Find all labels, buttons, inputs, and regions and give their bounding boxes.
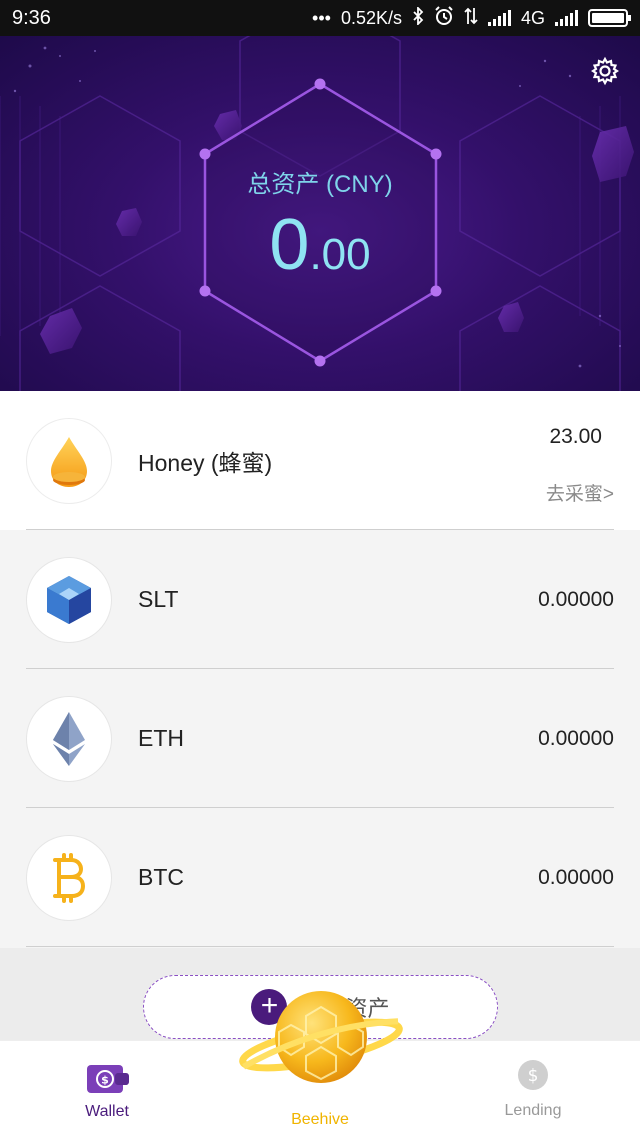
- settings-button[interactable]: [590, 56, 620, 86]
- network-speed: 0.52K/s: [340, 7, 402, 28]
- nav-wallet-tab[interactable]: $ Wallet: [27, 1041, 187, 1138]
- data-arrows-icon: [464, 7, 478, 30]
- slt-cube-icon: [47, 575, 91, 624]
- signal-icon: [487, 10, 511, 26]
- bluetooth-icon: [412, 5, 424, 30]
- more-dots: •••: [312, 7, 331, 28]
- asset-row-eth[interactable]: ETH 0.00000: [0, 669, 640, 808]
- coin-badge: [26, 417, 112, 504]
- svg-text:$: $: [528, 1066, 539, 1086]
- row-divider: [26, 946, 614, 947]
- signal-icon-2: [555, 10, 578, 26]
- total-assets-integer: 0: [269, 205, 310, 285]
- nav-wallet-label: Wallet: [85, 1103, 129, 1120]
- asset-list: Honey (蜂蜜) 23.00 去采蜜> SLT 0.00000 ETH 0.…: [0, 391, 640, 947]
- total-assets-decimal: .00: [309, 230, 371, 279]
- status-icons: ••• 0.52K/s 4G: [312, 5, 631, 31]
- battery-icon: [588, 9, 631, 27]
- network-type: 4G: [520, 7, 545, 28]
- total-assets-value: 0.00: [0, 204, 640, 286]
- status-bar: 9:36 ••• 0.52K/s 4G: [0, 0, 640, 36]
- btc-icon: [53, 852, 86, 903]
- nav-beehive-label: Beehive: [291, 1111, 349, 1128]
- alarm-icon: [434, 5, 454, 31]
- honey-drop-icon: [51, 436, 87, 487]
- asset-row-slt[interactable]: SLT 0.00000: [0, 530, 640, 669]
- gear-icon: [591, 56, 619, 86]
- asset-amount: 0.00000: [538, 587, 614, 611]
- nav-lending-tab[interactable]: $ Lending: [453, 1041, 613, 1138]
- total-assets-label: 总资产 (CNY): [247, 171, 393, 198]
- asset-row-honey[interactable]: Honey (蜂蜜) 23.00 去采蜜>: [0, 391, 640, 530]
- asset-amount: 0.00000: [538, 865, 614, 889]
- status-time: 9:36: [12, 6, 51, 29]
- wallet-header: 总资产 (CNY) 0.00: [0, 36, 640, 391]
- dollar-coin-icon: $: [518, 1060, 548, 1090]
- asset-row-btc[interactable]: BTC 0.00000: [0, 808, 640, 947]
- wallet-icon: $: [87, 1065, 129, 1093]
- nav-lending-label: Lending: [504, 1102, 562, 1119]
- coin-badge: [26, 556, 112, 643]
- collect-honey-link[interactable]: 去采蜜>: [546, 479, 614, 506]
- beehive-planet-icon[interactable]: [236, 985, 406, 1095]
- coin-badge: [26, 834, 112, 921]
- svg-text:$: $: [101, 1074, 109, 1087]
- coin-badge: [26, 695, 112, 782]
- asset-amount: 0.00000: [538, 726, 614, 750]
- eth-icon: [53, 711, 85, 766]
- asset-amount: 23.00: [549, 425, 602, 448]
